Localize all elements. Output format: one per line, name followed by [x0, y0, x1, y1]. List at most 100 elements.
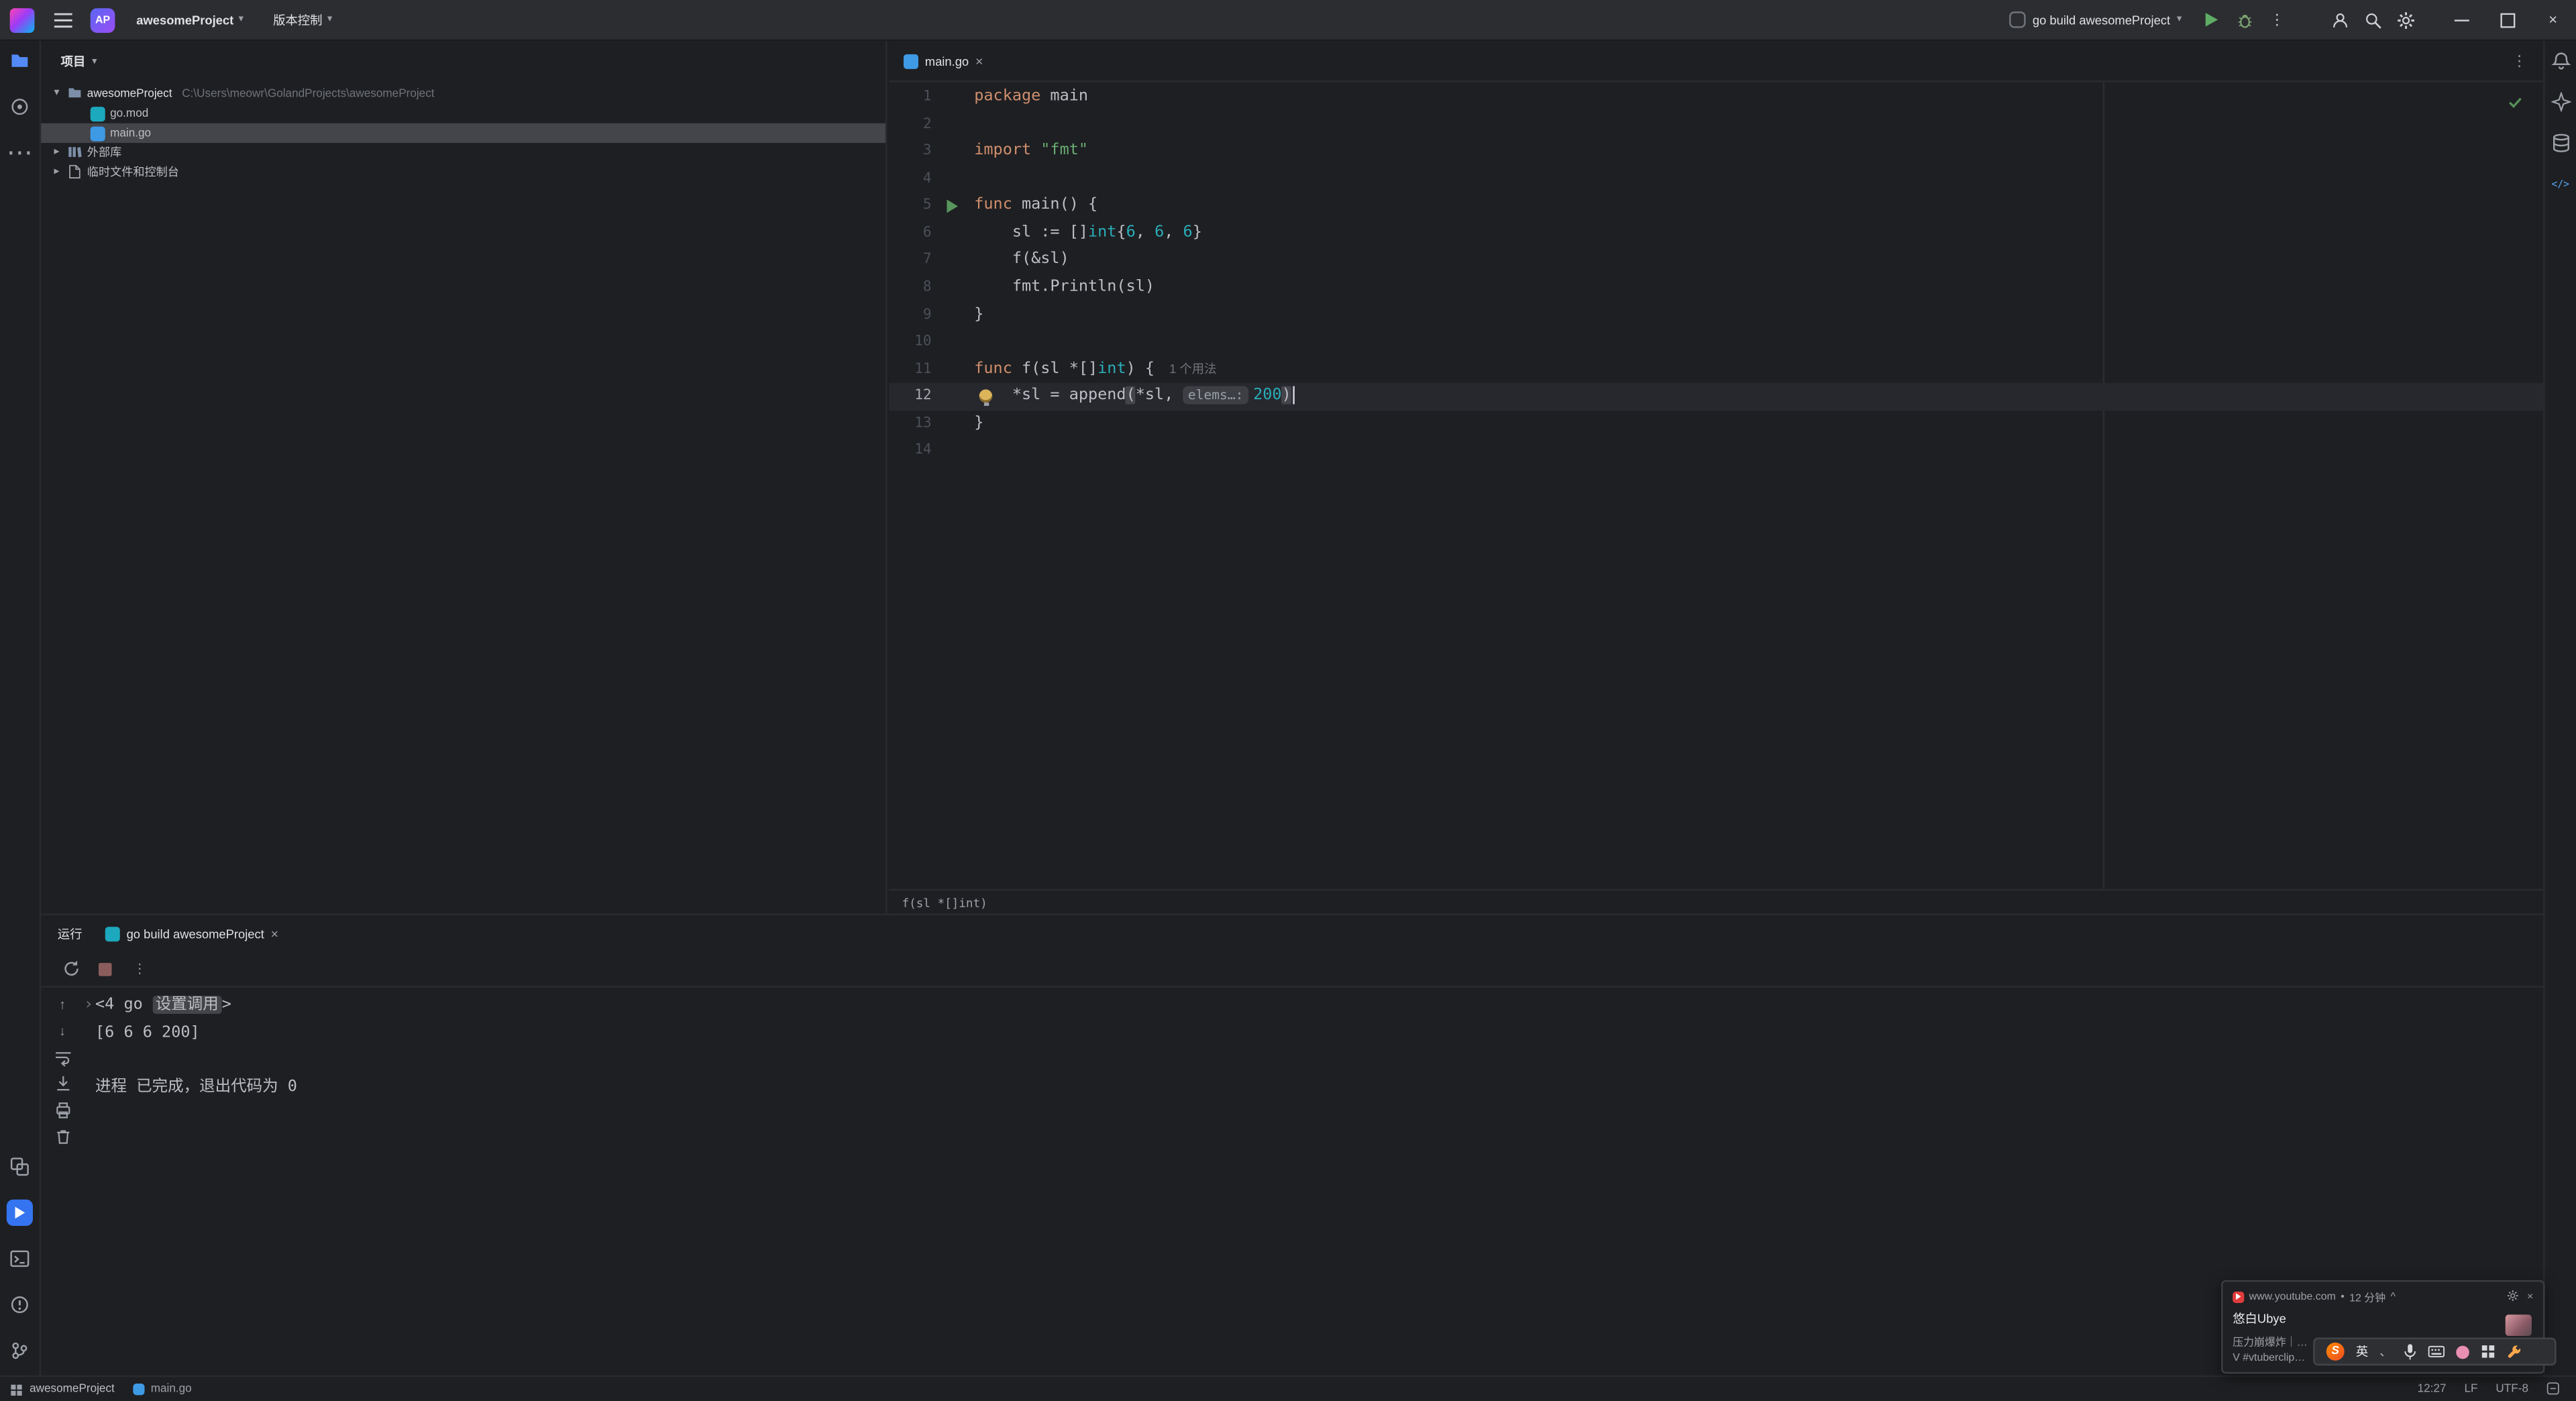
- vcs-widget[interactable]: 版本控制 ▾: [265, 6, 341, 34]
- scroll-to-end-icon[interactable]: [52, 1073, 72, 1092]
- debug-button[interactable]: [2228, 3, 2261, 36]
- code-text: func f(sl *[]int) {1 个用法: [974, 359, 1217, 378]
- go-mod-file-icon: [90, 105, 105, 121]
- keyboard-icon[interactable]: [2427, 1345, 2444, 1357]
- code-line[interactable]: 12 *sl = append(*sl, elems…: 200): [888, 383, 2544, 411]
- settings-gear-icon[interactable]: [2389, 3, 2422, 36]
- chevron-down-icon[interactable]: ▾: [51, 87, 62, 99]
- git-toolwindow-icon[interactable]: [7, 1337, 33, 1363]
- run-panel-body: ↑ ↓ › <4 go 设置调用 > [6 6 6 200] 进程 已完成，退出代码为 …: [41, 988, 2543, 1376]
- clear-console-icon[interactable]: [52, 1126, 72, 1145]
- terminal-toolwindow-icon[interactable]: [7, 1245, 33, 1272]
- next-occurrence-icon[interactable]: ↓: [52, 1021, 72, 1040]
- fold-toggle-icon[interactable]: ›: [84, 992, 93, 1020]
- run-configuration-selector[interactable]: go build awesomeProject ▾: [2009, 11, 2182, 28]
- more-toolwindows-icon[interactable]: ⋯: [7, 140, 33, 168]
- microphone-icon[interactable]: [2403, 1343, 2416, 1359]
- usages-hint[interactable]: 1 个用法: [1169, 361, 1216, 376]
- tree-file-main-go[interactable]: main.go: [41, 123, 886, 144]
- toast-close-icon[interactable]: ×: [2527, 1291, 2533, 1302]
- run-toolwindow-icon[interactable]: [6, 1199, 33, 1226]
- run-button[interactable]: [2195, 3, 2228, 36]
- folded-region[interactable]: 设置调用: [152, 996, 222, 1015]
- ime-skin-icon[interactable]: [2455, 1345, 2469, 1359]
- project-root-path: C:\Users\meowr\GolandProjects\awesomePro…: [182, 88, 435, 100]
- console-output[interactable]: › <4 go 设置调用 > [6 6 6 200] 进程 已完成，退出代码为 0: [84, 988, 2543, 1376]
- tree-root-node[interactable]: ▾ awesomeProject C:\Users\meowr\GolandPr…: [41, 84, 885, 103]
- caret-position-widget[interactable]: 12:27: [2418, 1384, 2447, 1395]
- endpoints-toolwindow-icon[interactable]: </>: [2547, 171, 2573, 197]
- status-indicator-icon[interactable]: [2546, 1381, 2560, 1397]
- editor-breadcrumbs[interactable]: f(sl *[]int): [888, 888, 2544, 914]
- code-line[interactable]: 10: [889, 329, 2543, 356]
- chevron-right-icon[interactable]: ▸: [51, 166, 62, 178]
- parameter-inlay-hint[interactable]: elems…:: [1183, 385, 1248, 404]
- ime-punctuation-icon[interactable]: 、: [2379, 1343, 2391, 1359]
- database-toolwindow-icon[interactable]: [2547, 129, 2573, 156]
- ai-assistant-icon[interactable]: [2547, 89, 2573, 115]
- more-run-actions-button[interactable]: ⋮: [2261, 3, 2294, 36]
- editor-tab-main-go[interactable]: main.go ×: [889, 40, 998, 81]
- tree-external-libraries[interactable]: ▸ 外部库: [41, 143, 885, 162]
- prev-occurrence-icon[interactable]: ↑: [52, 994, 72, 1014]
- code-line[interactable]: 13}: [889, 411, 2543, 438]
- toast-bullet: •: [2341, 1290, 2345, 1302]
- services-toolwindow-icon[interactable]: [7, 1153, 33, 1180]
- run-tab-close-icon[interactable]: ×: [271, 926, 278, 941]
- encoding-widget[interactable]: UTF-8: [2496, 1384, 2528, 1395]
- tree-file-go-mod[interactable]: go.mod: [41, 103, 885, 123]
- project-toolwindow-icon[interactable]: [7, 48, 33, 74]
- statusbar-file-widget[interactable]: main.go: [132, 1384, 192, 1396]
- code-line[interactable]: 2: [889, 111, 2543, 138]
- code-line[interactable]: 3 import "fmt": [889, 138, 2543, 166]
- toast-settings-gear-icon[interactable]: [2508, 1289, 2519, 1304]
- ime-toolbox-icon[interactable]: [2506, 1344, 2521, 1359]
- sogou-logo-icon[interactable]: S: [2326, 1342, 2345, 1361]
- maximize-button[interactable]: [2484, 0, 2530, 40]
- chevron-right-icon[interactable]: ▸: [51, 147, 62, 158]
- statusbar-project-widget[interactable]: awesomeProject: [10, 1383, 115, 1396]
- ime-language-mode[interactable]: 英: [2356, 1343, 2368, 1361]
- problems-toolwindow-icon[interactable]: [7, 1292, 33, 1318]
- code-line[interactable]: 8 fmt.Println(sl): [889, 274, 2543, 302]
- editor-code[interactable]: 1 package main 2 3 import "fmt" 4 5 func main()…: [888, 82, 2544, 889]
- project-selector[interactable]: awesomeProject ▾: [128, 7, 252, 32]
- code-line[interactable]: 14: [889, 437, 2543, 465]
- close-button[interactable]: ×: [2530, 0, 2576, 40]
- tree-scratches[interactable]: ▸ 临时文件和控制台: [41, 162, 885, 182]
- code-line[interactable]: 5 func main() {: [889, 193, 2543, 220]
- run-more-options-icon[interactable]: ⋮: [129, 959, 149, 978]
- run-tab[interactable]: go build awesomeProject ×: [105, 926, 278, 941]
- main-menu-icon[interactable]: [48, 5, 77, 34]
- ime-toolbar[interactable]: S 英 、: [2313, 1337, 2557, 1366]
- editor-options-icon[interactable]: ⋮: [2512, 41, 2527, 82]
- code-with-me-button[interactable]: [2323, 3, 2356, 36]
- vcs-widget-label: 版本控制: [273, 12, 323, 28]
- print-icon[interactable]: [52, 1099, 72, 1119]
- rerun-button[interactable]: [61, 959, 80, 978]
- chevron-down-icon: ▾: [238, 15, 244, 25]
- commit-toolwindow-icon[interactable]: [7, 94, 33, 120]
- stop-button[interactable]: [95, 959, 115, 978]
- project-panel-header[interactable]: 项目 ▾: [41, 41, 885, 82]
- search-everywhere-button[interactable]: [2356, 3, 2389, 36]
- minimize-button[interactable]: [2438, 0, 2484, 40]
- tab-close-icon[interactable]: ×: [975, 54, 983, 68]
- code-line[interactable]: 9}: [889, 301, 2543, 329]
- ime-grid-icon[interactable]: [2480, 1344, 2495, 1359]
- soft-wrap-icon[interactable]: [52, 1047, 72, 1066]
- notifications-bell-icon[interactable]: [2547, 48, 2573, 74]
- code-line[interactable]: 6 sl := []int{6, 6, 6}: [889, 220, 2543, 248]
- run-panel-title[interactable]: 运行: [58, 925, 83, 943]
- code-line[interactable]: 11 func f(sl *[]int) {1 个用法: [889, 356, 2543, 384]
- toast-video-thumbnail[interactable]: [2505, 1314, 2532, 1337]
- console-line: › <4 go 设置调用 >: [84, 992, 2543, 1020]
- code-line[interactable]: 4: [889, 166, 2543, 193]
- run-line-gutter-icon[interactable]: [932, 193, 971, 220]
- code-line[interactable]: 1 package main: [889, 84, 2543, 111]
- toast-collapse-icon[interactable]: ^: [2390, 1291, 2396, 1302]
- code-line[interactable]: 7 f(&sl): [889, 247, 2543, 274]
- line-separator-widget[interactable]: LF: [2464, 1384, 2477, 1395]
- breadcrumb-item[interactable]: f(sl *[]int): [902, 894, 987, 909]
